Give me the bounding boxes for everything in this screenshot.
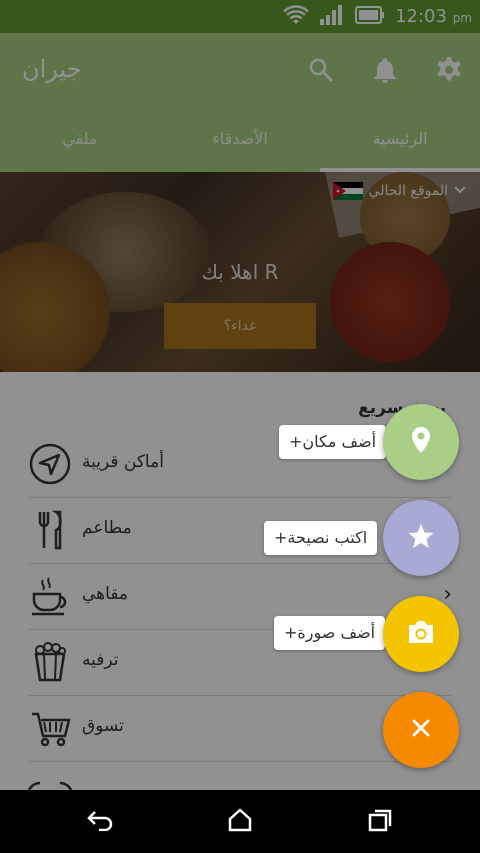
- home-button[interactable]: [210, 797, 270, 847]
- back-button[interactable]: [70, 797, 130, 847]
- back-icon: [86, 809, 114, 835]
- add-place-button[interactable]: [383, 404, 459, 480]
- recents-icon: [367, 808, 393, 836]
- write-tip-label[interactable]: +اكتب نصيحة: [264, 521, 378, 555]
- star-icon: [407, 522, 435, 554]
- home-icon: [227, 807, 253, 836]
- add-photo-button[interactable]: [383, 596, 459, 672]
- recents-button[interactable]: [350, 797, 410, 847]
- close-icon: [411, 718, 431, 742]
- add-photo-label[interactable]: +أضف صورة: [274, 616, 386, 650]
- camera-icon: [406, 619, 436, 649]
- close-fab-button[interactable]: [383, 692, 459, 768]
- system-nav-bar: [0, 790, 480, 853]
- fab-menu-scrim[interactable]: [0, 0, 480, 790]
- add-place-label[interactable]: +أضف مكان: [279, 425, 387, 459]
- write-tip-button[interactable]: [383, 500, 459, 576]
- location-pin-icon: [409, 425, 433, 459]
